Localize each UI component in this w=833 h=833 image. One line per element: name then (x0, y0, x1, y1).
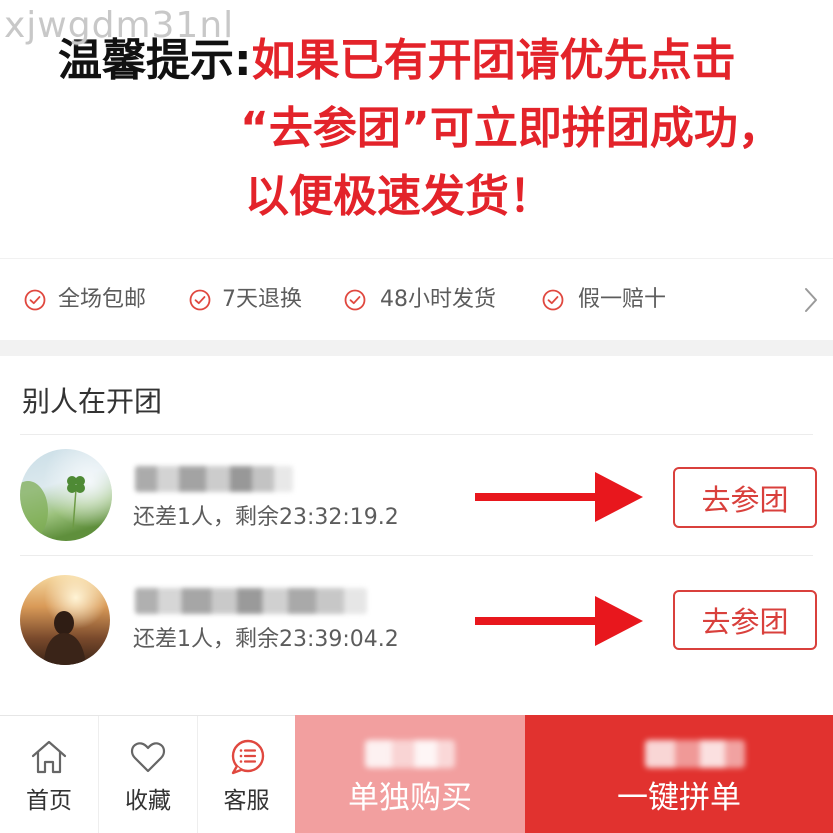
section-title: 别人在开团 (22, 385, 163, 418)
blurred-price (645, 740, 745, 768)
bottom-action-bar: 首页 收藏 客服 单独购买 一键拼单 (0, 715, 833, 833)
avatar-image (20, 575, 110, 665)
service-label: 假一赔十 (578, 287, 667, 312)
group-status: 还差1人，剩余23:32:19.2 (133, 505, 399, 530)
nav-customer-service-label: 客服 (223, 788, 270, 814)
group-buy-button[interactable]: 一键拼单 (525, 715, 833, 833)
watermark: xjwgdm31nl (4, 5, 235, 46)
home-icon (31, 740, 67, 774)
notice-text-line-3: 以便极速发货！ (245, 171, 553, 222)
check-circle-icon (344, 289, 366, 311)
avatar (20, 449, 112, 541)
nav-favorite[interactable]: 收藏 (99, 716, 197, 833)
service-label: 全场包邮 (58, 287, 147, 312)
heart-icon (130, 742, 166, 773)
section-separator (0, 340, 833, 356)
red-arrow-right-icon (475, 472, 643, 522)
divider (20, 555, 813, 556)
buy-alone-button[interactable]: 单独购买 (295, 715, 525, 833)
avatar-image (20, 449, 112, 541)
notice-text-line-2: “去参团”可立即拼团成功， (240, 103, 782, 154)
blurred-price (365, 740, 455, 768)
nav-home[interactable]: 首页 (0, 716, 98, 833)
chevron-right-icon (805, 288, 817, 312)
nav-home-label: 首页 (26, 788, 72, 814)
service-label: 48小时发货 (380, 287, 496, 312)
check-circle-icon (542, 289, 564, 311)
divider (0, 258, 833, 259)
divider (20, 434, 813, 435)
group-buy-label: 一键拼单 (617, 780, 741, 816)
blurred-username (135, 588, 367, 614)
nav-favorite-label: 收藏 (125, 788, 171, 814)
nav-customer-service[interactable]: 客服 (198, 716, 295, 833)
group-status: 还差1人，剩余23:39:04.2 (133, 627, 399, 652)
avatar (20, 575, 110, 665)
check-circle-icon (24, 289, 46, 311)
join-group-button[interactable]: 去参团 (673, 467, 817, 528)
join-group-button[interactable]: 去参团 (673, 590, 817, 650)
red-arrow-right-icon (475, 596, 643, 646)
check-circle-icon (189, 289, 211, 311)
service-label: 7天退换 (222, 287, 302, 312)
service-guarantees-row[interactable]: 全场包邮 7天退换 48小时发货 假一赔十 (0, 268, 833, 336)
buy-alone-label: 单独购买 (348, 780, 472, 816)
notice-text-line-1: 如果已有开团请优先点击 (251, 35, 736, 86)
chat-icon (231, 739, 265, 775)
blurred-username (135, 466, 293, 492)
